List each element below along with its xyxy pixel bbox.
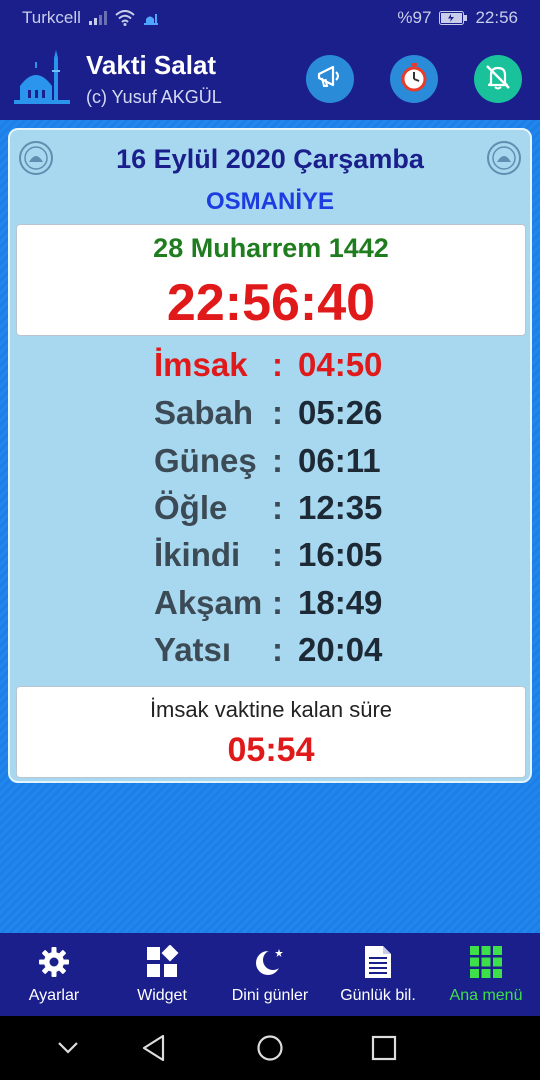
prayer-row-imsak: İmsak : 04:50	[10, 342, 530, 388]
prayer-time: 16:05	[298, 536, 383, 573]
nav-widget[interactable]: Widget	[108, 933, 216, 1016]
prayer-row-sabah: Sabah : 05:26	[10, 390, 530, 436]
widget-icon	[145, 945, 179, 979]
nav-main-menu[interactable]: Ana menü	[432, 933, 540, 1016]
status-bar: Turkcell %97 22:56	[0, 0, 540, 36]
remaining-time-box: İmsak vaktine kalan süre 05:54	[16, 686, 526, 778]
mosque-logo-icon	[10, 46, 74, 110]
prayer-row-gunes: Güneş : 06:11	[10, 438, 530, 484]
prayer-time: 18:49	[298, 584, 383, 621]
prayer-row-yatsi: Yatsı : 20:04	[10, 627, 530, 673]
system-navigation-bar	[0, 1016, 540, 1080]
status-time: 22:56	[475, 8, 518, 27]
hijri-date: 28 Muharrem 1442	[153, 233, 389, 263]
wifi-icon	[115, 10, 135, 26]
separator: :	[272, 346, 283, 383]
prayer-time: 20:04	[298, 631, 383, 668]
remaining-countdown: 05:54	[227, 731, 315, 769]
prayer-name: Güneş	[154, 442, 257, 479]
signal-icon	[88, 11, 107, 25]
separator: :	[272, 394, 283, 431]
nav-label: Dini günler	[231, 987, 309, 1004]
app-header: Vakti Salat (c) Yusuf AKGÜL	[0, 36, 540, 120]
back-icon[interactable]	[138, 1032, 170, 1064]
remaining-label: İmsak vaktine kalan süre	[149, 697, 393, 722]
nav-label: Widget	[137, 987, 187, 1004]
prayer-name: Öğle	[154, 489, 228, 526]
prayer-time: 12:35	[298, 489, 383, 526]
stopwatch-button[interactable]	[390, 55, 438, 103]
carrier-label: Turkcell	[22, 8, 81, 27]
nav-daily-info[interactable]: Günlük bil.	[324, 933, 432, 1016]
bottom-navigation: Ayarlar Widget Dini günler Günlük bil. A…	[0, 933, 540, 1016]
nav-label: Ana menü	[449, 987, 523, 1004]
separator: :	[272, 631, 283, 668]
prayer-time: 05:26	[298, 394, 383, 431]
nav-label: Günlük bil.	[340, 987, 416, 1004]
document-icon	[363, 945, 393, 979]
gear-icon	[37, 945, 71, 979]
prayer-name: Yatsı	[154, 631, 232, 668]
megaphone-icon	[315, 62, 345, 97]
recents-icon[interactable]	[368, 1032, 400, 1064]
separator: :	[272, 489, 283, 526]
prayer-name: İkindi	[154, 536, 241, 573]
prayer-time: 06:11	[298, 442, 381, 479]
separator: :	[272, 584, 283, 621]
crescent-star-icon	[253, 945, 287, 979]
prayer-times-panel: 16 Eylül 2020 Çarşamba OSMANİYE 28 Muhar…	[8, 128, 532, 783]
battery-percent: %97	[397, 8, 432, 27]
announcement-button[interactable]	[306, 55, 354, 103]
separator: :	[272, 536, 283, 573]
mosque-notify-icon	[143, 11, 159, 25]
prayer-row-ogle: Öğle : 12:35	[10, 485, 530, 531]
current-clock: 22:56:40	[166, 274, 376, 332]
battery-icon	[439, 11, 468, 25]
nav-label: Ayarlar	[28, 987, 80, 1004]
chevron-down-icon[interactable]	[52, 1032, 84, 1064]
city-name[interactable]: OSMANİYE	[10, 188, 530, 216]
app-title: Vakti Salat	[86, 50, 217, 80]
prayer-row-ikindi: İkindi : 16:05	[10, 532, 530, 578]
prayer-name: Akşam	[154, 584, 263, 621]
prayer-name: Sabah	[154, 394, 254, 431]
prayer-name: İmsak	[154, 346, 248, 383]
nav-settings[interactable]: Ayarlar	[0, 933, 108, 1016]
mute-notifications-button[interactable]	[474, 55, 522, 103]
gregorian-date: 16 Eylül 2020 Çarşamba	[116, 144, 424, 174]
app-subtitle: (c) Yusuf AKGÜL	[86, 87, 222, 107]
clock-box: 28 Muharrem 1442 22:56:40	[16, 224, 526, 336]
prayer-time: 04:50	[298, 346, 383, 383]
stopwatch-icon	[398, 61, 430, 98]
nav-religious-days[interactable]: Dini günler	[216, 933, 324, 1016]
bell-off-icon	[483, 62, 513, 97]
separator: :	[272, 442, 283, 479]
home-icon[interactable]	[254, 1032, 286, 1064]
prayer-row-aksam: Akşam : 18:49	[10, 580, 530, 626]
grid-icon	[469, 945, 503, 979]
